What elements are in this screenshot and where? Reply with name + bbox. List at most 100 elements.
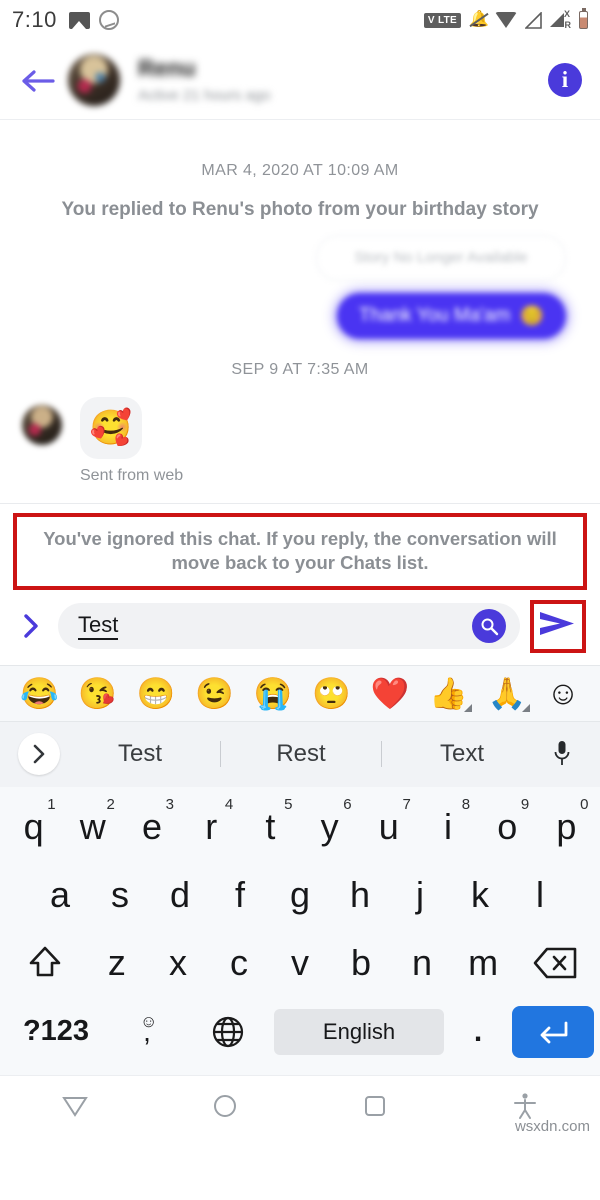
emoji-red-heart[interactable]: ❤️ [371, 678, 410, 709]
story-reply-row: Story No Longer Available [0, 223, 600, 281]
key-a[interactable]: a [30, 861, 90, 929]
emoji-quick-bar: 😂 😘 😁 😉 😭 🙄 ❤️ 👍 🙏 ☺ [0, 664, 600, 721]
nav-accessibility-icon[interactable] [450, 1092, 600, 1120]
key-symbols[interactable]: ?123 [6, 1015, 106, 1048]
key-q[interactable]: 1q [4, 793, 63, 861]
key-l[interactable]: l [510, 861, 570, 929]
emoji-thumbs-up[interactable]: 👍 [429, 678, 472, 712]
chat-header-text[interactable]: Renu Active 21 hours ago [138, 55, 548, 105]
avatar[interactable] [68, 53, 120, 106]
search-icon[interactable] [472, 609, 506, 643]
key-h[interactable]: h [330, 861, 390, 929]
suggestion-expand-icon[interactable] [18, 733, 60, 775]
key-e-label: e [141, 805, 163, 847]
key-f[interactable]: f [210, 861, 270, 929]
status-bar-right-icons: V LTE 🔔 X R [423, 8, 588, 30]
divider [0, 502, 600, 504]
emoji-beaming-face[interactable]: 😁 [137, 678, 176, 709]
key-r[interactable]: 4r [182, 793, 241, 861]
key-e[interactable]: 3e [122, 793, 181, 861]
key-period[interactable]: . [450, 1015, 506, 1049]
key-p[interactable]: 0p [537, 793, 596, 861]
chevron-right-icon[interactable] [14, 612, 48, 640]
message-bubble-emoji: 😊 [520, 305, 544, 327]
key-d[interactable]: d [150, 861, 210, 929]
nav-back-triangle-icon[interactable] [0, 1094, 150, 1118]
emoji-face-with-tears-of-joy[interactable]: 😂 [20, 678, 59, 709]
key-s[interactable]: s [90, 861, 150, 929]
contact-subtitle: Active 21 hours ago [138, 86, 271, 104]
key-m[interactable]: m [453, 929, 514, 997]
mute-bell-icon: 🔔 [469, 11, 489, 28]
key-w[interactable]: 2w [63, 793, 122, 861]
message-bubble-sent[interactable]: Thank You Ma'am 😊 [336, 292, 566, 339]
key-o[interactable]: 9o [478, 793, 537, 861]
back-arrow-icon[interactable] [18, 60, 58, 100]
volte-icon: V LTE [423, 12, 461, 28]
signal-icon [525, 12, 542, 29]
battery-icon [579, 8, 588, 29]
wifi-icon [495, 12, 517, 28]
emoji-key-icon: ☺ [140, 1011, 158, 1031]
signal-r-label: R [564, 19, 572, 30]
key-k[interactable]: k [450, 861, 510, 929]
nav-recents-square-icon[interactable] [300, 1094, 450, 1118]
microphone-icon[interactable] [542, 739, 582, 769]
keyboard-row-2: a s d f g h j k l [0, 861, 600, 929]
emoji-loudly-crying-face[interactable]: 😭 [254, 678, 293, 709]
emoji-face-blowing-a-kiss[interactable]: 😘 [78, 678, 117, 709]
key-i-number: 8 [461, 795, 471, 813]
key-p-number: 0 [580, 795, 589, 813]
shift-icon[interactable] [4, 929, 86, 997]
emoji-face-with-rolling-eyes[interactable]: 🙄 [312, 678, 351, 709]
sticker-group: 🥰 Sent from web [80, 396, 183, 485]
key-v[interactable]: v [269, 929, 330, 997]
key-n[interactable]: n [392, 929, 453, 997]
nav-home-circle-icon[interactable] [150, 1093, 300, 1119]
key-c[interactable]: c [208, 929, 269, 997]
key-g[interactable]: g [270, 861, 330, 929]
key-x[interactable]: x [147, 929, 208, 997]
key-u-number: 7 [402, 795, 411, 813]
timestamp-divider-2: SEP 9 AT 7:35 AM [231, 360, 369, 378]
backspace-icon[interactable] [514, 929, 596, 997]
received-sticker-row: 🥰 Sent from web [0, 396, 600, 485]
timestamp-divider: MAR 4, 2020 AT 10:09 AM [201, 162, 399, 179]
send-button[interactable] [530, 599, 586, 653]
key-y[interactable]: 6y [300, 793, 359, 861]
emoji-winking-face[interactable]: 😉 [195, 678, 234, 709]
globe-icon[interactable] [188, 1015, 268, 1049]
ignored-chat-notice-text: You've ignored this chat. If you reply, … [43, 527, 557, 574]
key-enter[interactable] [512, 1005, 594, 1058]
key-i[interactable]: 8i [418, 793, 477, 861]
android-navigation-bar: wsxdn.com [0, 1074, 600, 1137]
key-space[interactable]: English [274, 1008, 444, 1055]
suggestion-word-1[interactable]: Test [60, 740, 220, 768]
suggestion-list: Test Rest Text [60, 740, 542, 768]
key-b[interactable]: b [331, 929, 392, 997]
key-e-number: 3 [165, 795, 175, 813]
chat-header: Renu Active 21 hours ago i [0, 40, 600, 120]
emoji-picker-icon[interactable]: ☺ [546, 674, 580, 712]
key-z[interactable]: z [86, 929, 147, 997]
key-comma[interactable]: ☺ , [112, 1012, 182, 1048]
phone-screen: 7:10 V LTE 🔔 X R Renu Active 21 hours ag… [0, 0, 600, 1200]
system-message: You replied to Renu's photo from your bi… [61, 199, 539, 220]
suggestion-word-3[interactable]: Text [382, 740, 542, 768]
info-button[interactable]: i [548, 62, 582, 97]
story-unavailable-card[interactable]: Story No Longer Available [316, 234, 566, 281]
sender-avatar[interactable] [22, 404, 62, 445]
key-u[interactable]: 7u [359, 793, 418, 861]
messenger-icon [98, 10, 119, 30]
key-t[interactable]: 5t [241, 793, 300, 861]
status-bar-clock: 7:10 [12, 7, 57, 32]
key-r-label: r [205, 805, 218, 847]
suggestion-word-2[interactable]: Rest [221, 740, 381, 768]
sticker-message[interactable]: 🥰 [80, 396, 142, 459]
emoji-folded-hands[interactable]: 🙏 [488, 678, 530, 712]
suggestion-bar: Test Rest Text [0, 720, 600, 787]
key-j[interactable]: j [390, 861, 450, 929]
keyboard-row-1: 1q 2w 3e 4r 5t 6y 7u 8i 9o 0p [0, 793, 600, 861]
key-y-number: 6 [343, 795, 352, 813]
message-input[interactable]: Test [58, 603, 520, 649]
